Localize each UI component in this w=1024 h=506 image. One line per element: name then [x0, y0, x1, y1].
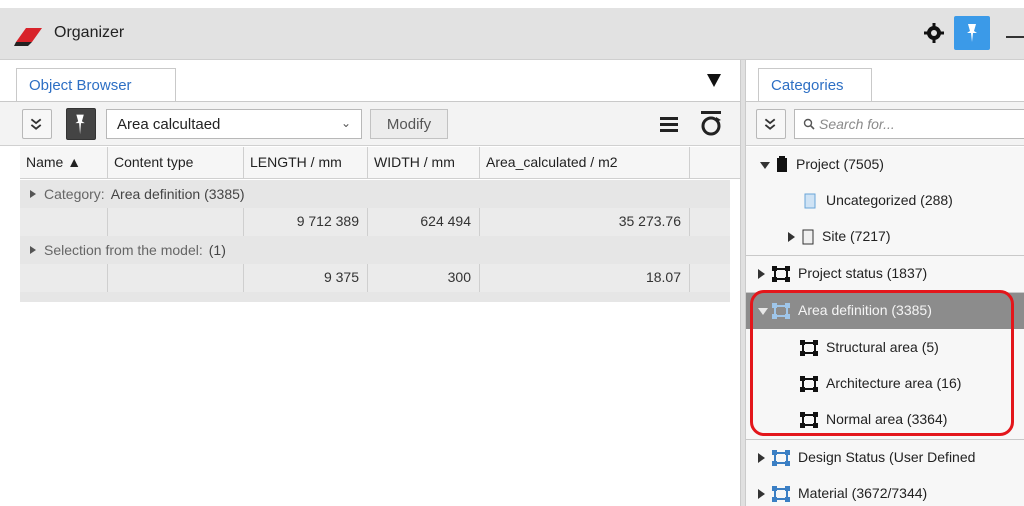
column-header-name[interactable]: Name ▲ [20, 147, 108, 179]
double-chevron-down-icon [30, 118, 42, 130]
project-icon [777, 156, 787, 172]
expand-arrow-icon[interactable] [758, 489, 765, 499]
tree-item-label: Project (7505) [796, 156, 884, 172]
tree-item-architecture-area[interactable]: Architecture area (16) [746, 366, 1024, 402]
list-icon [660, 117, 678, 132]
tab-object-browser[interactable]: Object Browser [16, 68, 176, 102]
category-icon [772, 266, 790, 282]
window-title: Organizer [54, 24, 125, 41]
category-icon [800, 376, 818, 392]
chevron-down-icon: ⌄ [340, 116, 351, 130]
folder-icon [802, 229, 814, 245]
category-search-field[interactable] [794, 109, 1024, 139]
category-blue-icon [772, 486, 790, 502]
column-header-length[interactable]: LENGTH / mm [244, 147, 368, 179]
expand-arrow-icon[interactable] [760, 162, 770, 169]
tree-item-label: Site (7217) [822, 228, 891, 244]
app-logo-icon [14, 28, 42, 46]
tree-item-structural-area[interactable]: Structural area (5) [746, 330, 1024, 366]
pin-icon [75, 114, 85, 135]
tree-item-label: Structural area (5) [826, 339, 939, 355]
group-label: Selection from the model: [44, 242, 203, 258]
tree-item-label: Uncategorized (288) [826, 192, 953, 208]
tree-item-label: Architecture area (16) [826, 375, 962, 391]
column-header-area-calculated[interactable]: Area_calculated / m2 [480, 147, 690, 179]
expand-arrow-icon[interactable] [30, 246, 36, 254]
object-browser-toolbar: Area calcultaed ⌄ Modify [0, 102, 740, 146]
column-header-content-type[interactable]: Content type [108, 147, 244, 179]
double-chevron-down-icon [764, 118, 776, 130]
cell-content-type [108, 208, 244, 236]
gear-icon[interactable] [922, 21, 946, 45]
tree-item-label: Normal area (3364) [826, 411, 948, 427]
tree-item-label: Design Status (User Defined [798, 449, 976, 465]
collapse-all-button[interactable] [756, 109, 786, 139]
category-icon [800, 412, 818, 428]
group-value: (1) [208, 242, 226, 258]
cell-content-type [108, 264, 244, 292]
grid-header: Name ▲ Content type LENGTH / mm WIDTH / … [20, 147, 740, 179]
expand-arrow-icon[interactable] [788, 232, 795, 242]
cell-area-calculated: 18.07 [480, 264, 690, 292]
cell-width: 300 [368, 264, 480, 292]
cell-length: 9 375 [244, 264, 368, 292]
group-row-category[interactable]: Category: Area definition (3385) [20, 180, 730, 208]
tree-item-label: Material (3672/7344) [798, 485, 928, 501]
cell-name [20, 264, 108, 292]
category-icon [772, 303, 790, 319]
category-blue-icon [772, 450, 790, 466]
group-value: Area definition (3385) [110, 186, 245, 202]
tree-item-project[interactable]: Project (7505) [746, 147, 1024, 183]
expand-arrow-icon[interactable] [758, 308, 768, 315]
column-header-width[interactable]: WIDTH / mm [368, 147, 480, 179]
pin-icon [967, 24, 977, 42]
view-select-value: Area calcultaed [117, 116, 221, 133]
tree-item-project-status[interactable]: Project status (1837) [746, 256, 1024, 292]
list-view-button[interactable] [652, 110, 686, 138]
table-row[interactable]: 9 375 300 18.07 [20, 264, 730, 292]
tree-item-label: Project status (1837) [798, 265, 928, 281]
cell-length: 9 712 389 [244, 208, 368, 236]
pin-panel-button[interactable] [954, 16, 990, 50]
tree-item-site[interactable]: Site (7217) [746, 219, 1024, 255]
category-tree: Project (7505) Uncategorized (288) Site … [746, 147, 1024, 506]
refresh-icon [701, 111, 721, 136]
object-browser-panel: Object Browser Area calcultaed ⌄ Modify [0, 60, 740, 506]
tree-item-uncategorized[interactable]: Uncategorized (288) [746, 183, 1024, 219]
table-row[interactable]: 9 712 389 624 494 35 273.76 [20, 208, 730, 236]
expand-arrow-icon[interactable] [30, 190, 36, 198]
lock-view-button[interactable] [66, 108, 96, 140]
title-bar: Organizer [0, 8, 1024, 60]
categories-panel: Categories Project (7505) [746, 60, 1024, 506]
group-label: Category: [44, 186, 105, 202]
expand-arrow-icon[interactable] [758, 269, 765, 279]
tree-item-area-definition[interactable]: Area definition (3385) [746, 293, 1024, 329]
view-select[interactable]: Area calcultaed ⌄ [106, 109, 362, 139]
modify-button[interactable]: Modify [370, 109, 448, 139]
tab-categories[interactable]: Categories [758, 68, 872, 102]
tree-item-normal-area[interactable]: Normal area (3364) [746, 402, 1024, 438]
tree-item-design-status[interactable]: Design Status (User Defined [746, 440, 1024, 476]
search-input[interactable] [819, 114, 1019, 134]
category-icon [800, 340, 818, 356]
collapse-all-button[interactable] [22, 109, 52, 139]
refresh-button[interactable] [694, 108, 728, 140]
group-row-selection[interactable]: Selection from the model: (1) [20, 236, 730, 264]
search-icon [803, 118, 815, 130]
tree-item-material[interactable]: Material (3672/7344) [746, 476, 1024, 506]
categories-toolbar [746, 102, 1024, 146]
panel-menu-arrow-icon[interactable] [707, 74, 721, 87]
expand-arrow-icon[interactable] [758, 453, 765, 463]
minimize-icon[interactable] [1006, 36, 1024, 38]
cell-width: 624 494 [368, 208, 480, 236]
folder-icon [804, 193, 816, 209]
cell-name [20, 208, 108, 236]
tree-item-label: Area definition (3385) [798, 302, 932, 318]
cell-area-calculated: 35 273.76 [480, 208, 690, 236]
grid-body: Category: Area definition (3385) 9 712 38… [20, 180, 730, 302]
